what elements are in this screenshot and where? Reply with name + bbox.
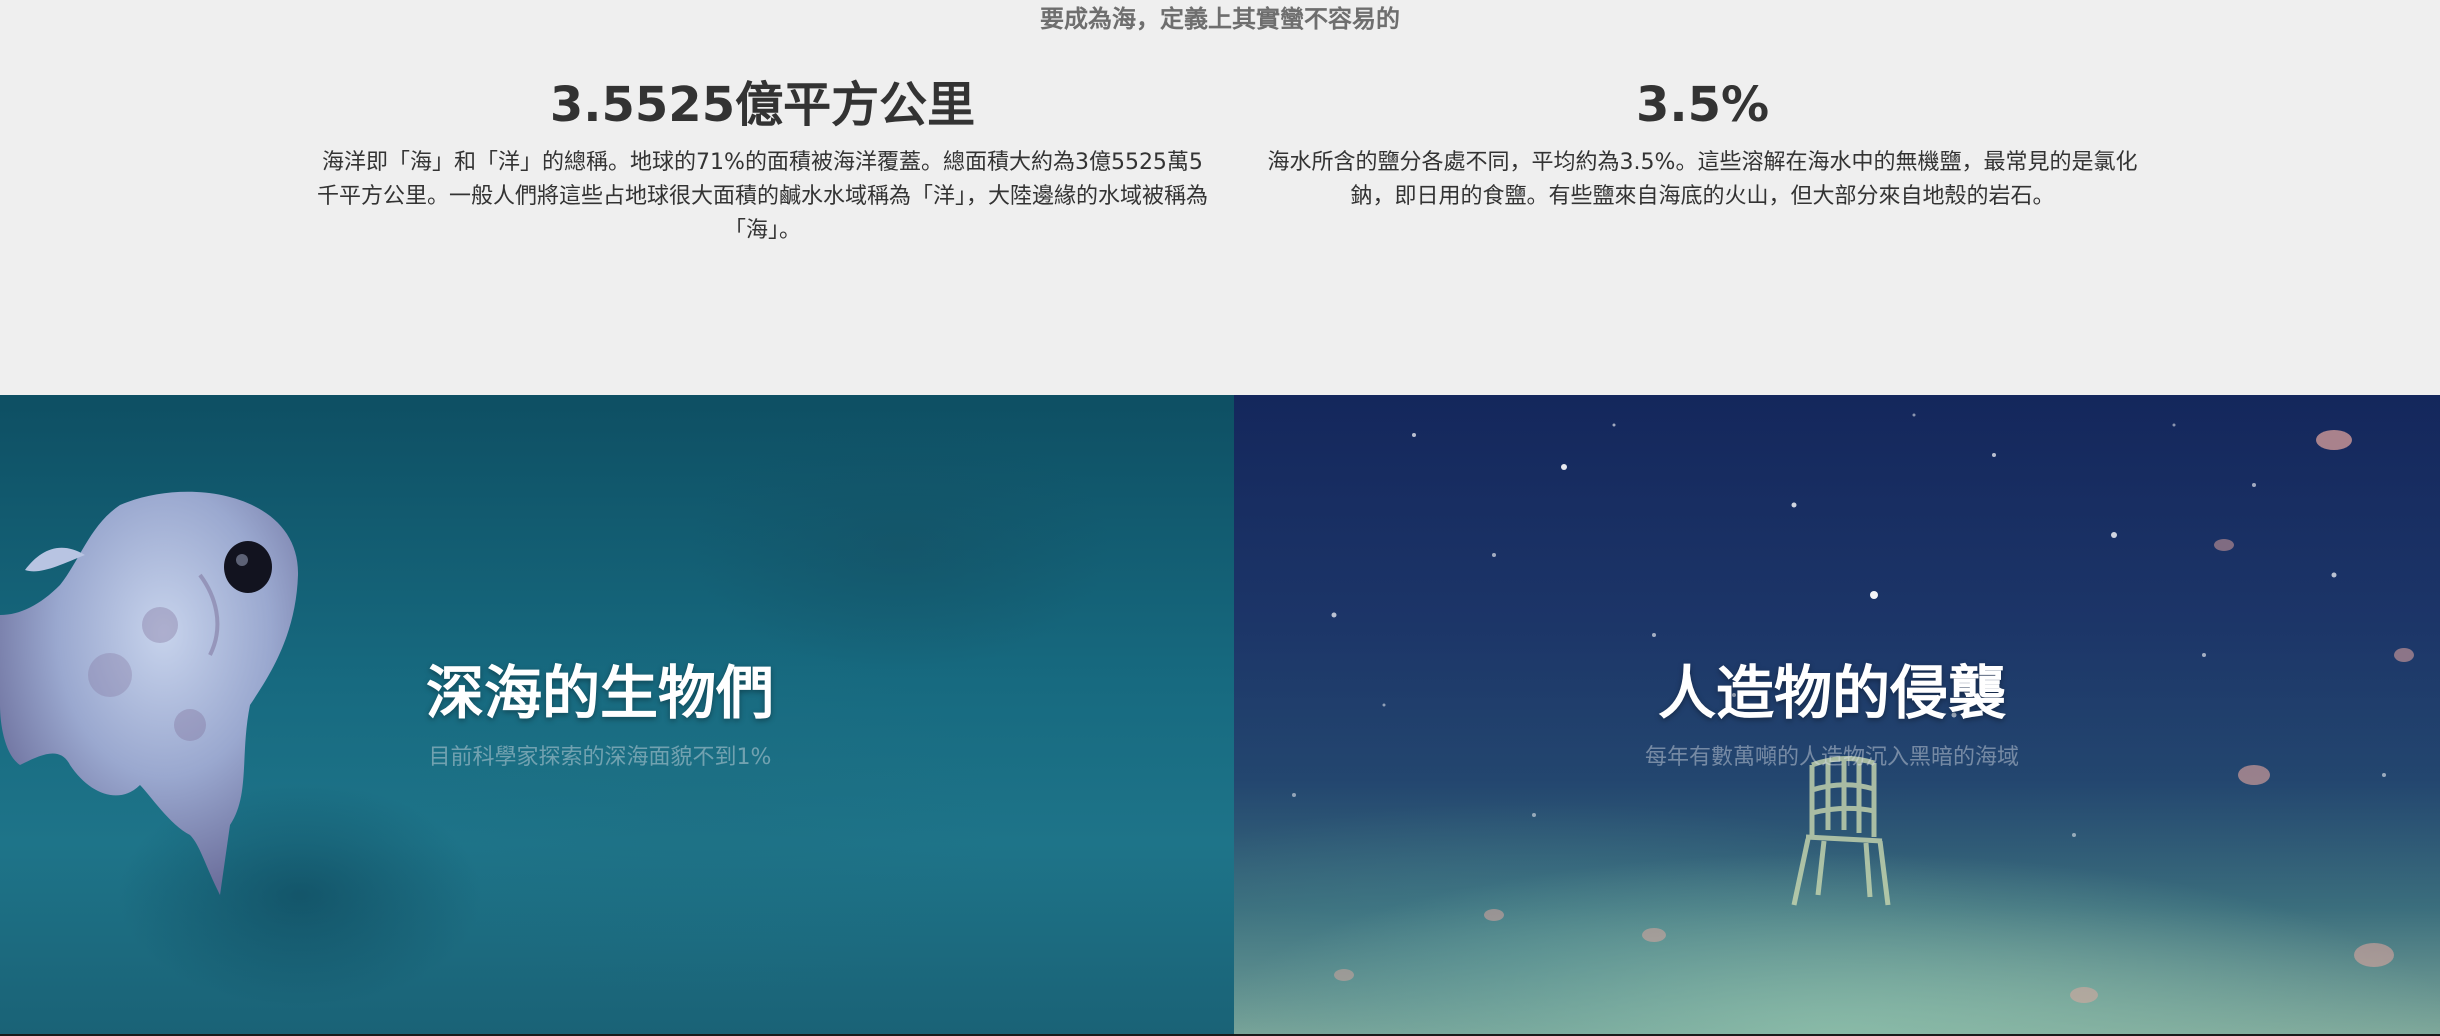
deep-sea-creatures-panel[interactable]: 深海的生物們 目前科學家探索的深海面貌不到1% — [0, 395, 1234, 1036]
man-made-invasion-panel[interactable]: 人造物的侵襲 每年有數萬噸的人造物沉入黑暗的海域 — [1234, 395, 2440, 1036]
deep-sea-title: 深海的生物們 — [425, 659, 774, 727]
salinity-value: 3.5% — [1635, 77, 1770, 133]
ocean-area-value: 3.5525億平方公里 — [549, 77, 976, 133]
feature-panels: 深海的生物們 目前科學家探索的深海面貌不到1% 人造物的侵襲 每年有數萬噸的人造… — [0, 395, 2440, 1036]
salinity-description: 海水所含的鹽分各處不同，平均約為3.5%。這些溶解在海水中的無機鹽，最常見的是氯… — [1267, 150, 2138, 209]
man-made-subtitle: 每年有數萬噸的人造物沉入黑暗的海域 — [1644, 745, 2019, 770]
deep-sea-subtitle: 目前科學家探索的深海面貌不到1% — [428, 745, 772, 770]
ocean-area-description: 海洋即「海」和「洋」的總稱。地球的71%的面積被海洋覆蓋。總面積大約為3億552… — [316, 150, 1208, 243]
man-made-title: 人造物的侵襲 — [1657, 659, 2006, 727]
ocean-stats-section: 要成為海，定義上其實蠻不容易的 3.5525億平方公里 海洋即「海」和「洋」的總… — [0, 0, 2440, 395]
salinity-stat: 3.5% 海水所含的鹽分各處不同，平均約為3.5%。這些溶解在海水中的無機鹽，最… — [1255, 70, 2150, 214]
section-tagline: 要成為海，定義上其實蠻不容易的 — [1040, 5, 1400, 33]
ocean-area-stat: 3.5525億平方公里 海洋即「海」和「洋」的總稱。地球的71%的面積被海洋覆蓋… — [315, 70, 1210, 248]
